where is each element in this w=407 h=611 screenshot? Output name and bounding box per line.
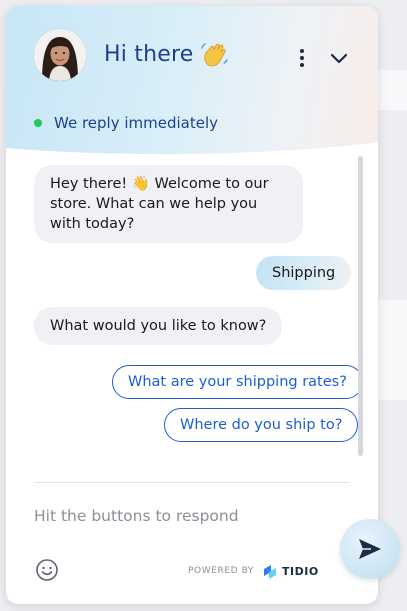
more-vertical-icon-dot (300, 56, 304, 60)
chat-header: Hi there We reply immediately (6, 6, 378, 156)
powered-by-badge[interactable]: POWERED BY TIDIO (188, 563, 319, 579)
send-button[interactable] (340, 519, 400, 579)
page-backdrop-strip (377, 70, 407, 110)
tidio-logo-icon (264, 565, 277, 579)
more-vertical-icon (300, 49, 304, 53)
page-backdrop-strip (377, 300, 407, 400)
bot-message-text: What would you like to know? (50, 318, 267, 334)
emoji-picker-button[interactable] (35, 558, 59, 582)
greeting-text: Hi there (104, 41, 194, 67)
tidio-logo: TIDIO (262, 563, 319, 579)
minimize-chat-button[interactable] (327, 48, 351, 68)
tidio-brand-text: TIDIO (282, 564, 319, 578)
quick-reply-label: What are your shipping rates? (128, 374, 347, 390)
emoji-icon (36, 559, 58, 581)
quick-reply-button[interactable]: Where do you ship to? (164, 408, 359, 442)
status-text: We reply immediately (54, 114, 219, 132)
message-list: Hey there! 👋 Welcome to our store. What … (6, 156, 378, 476)
waving-hand-icon (199, 39, 229, 69)
user-message-text: Shipping (272, 265, 336, 281)
chevron-down-icon (330, 53, 348, 64)
quick-reply-button[interactable]: What are your shipping rates? (112, 365, 363, 399)
send-icon (359, 539, 381, 559)
availability-status: We reply immediately (34, 114, 218, 132)
bot-message: What would you like to know? (34, 307, 283, 345)
quick-reply-label: Where do you ship to? (180, 417, 343, 433)
message-list-scrollbar[interactable] (358, 156, 363, 456)
bot-message-text: Hey there! 👋 Welcome to our store. What … (50, 176, 269, 232)
greeting-heading: Hi there (104, 39, 229, 69)
composer-divider (34, 482, 350, 483)
online-status-dot (34, 119, 42, 127)
chat-widget: Hi there We reply immediately Hey there!… (6, 6, 378, 604)
more-vertical-icon-dot (300, 63, 304, 67)
more-options-button[interactable] (292, 46, 312, 70)
user-message: Shipping (256, 256, 352, 290)
bot-message: Hey there! 👋 Welcome to our store. What … (34, 165, 303, 243)
message-input[interactable] (32, 502, 326, 530)
agent-avatar (34, 29, 86, 81)
powered-by-text: POWERED BY (188, 566, 255, 576)
